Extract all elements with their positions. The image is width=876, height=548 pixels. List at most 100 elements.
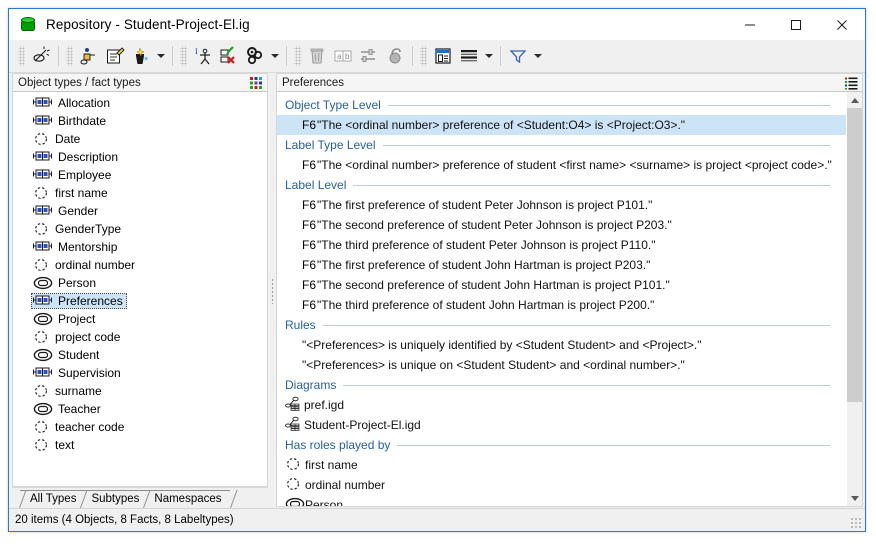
resize-grip[interactable] <box>850 517 862 529</box>
fact-type-icon <box>33 240 53 254</box>
toolbar-grip[interactable] <box>294 46 301 66</box>
tree-item-label: Allocation <box>58 96 111 110</box>
tree-item-gendertype[interactable]: GenderType <box>13 220 267 238</box>
diagram-row[interactable]: Student-Project-El.igd <box>277 415 846 435</box>
tree-item-first-name[interactable]: first name <box>13 184 267 202</box>
fact-type-icon <box>33 366 53 380</box>
tree-item-supervision[interactable]: Supervision <box>13 364 267 382</box>
pane-splitter[interactable] <box>268 73 276 508</box>
verbalization-row[interactable]: F6 "The <ordinal number> preference of <S… <box>277 115 846 135</box>
left-pane-title: Object types / fact types <box>18 76 141 89</box>
tree-item-teacher-code[interactable]: teacher code <box>13 418 267 436</box>
right-pane-header: Preferences <box>276 73 863 92</box>
detail-content[interactable]: Object Type Level F6 "The <ordinal number>… <box>277 92 846 506</box>
role-label: ordinal number <box>305 478 386 492</box>
detail-scrollbar[interactable] <box>846 92 862 506</box>
toolbar-grip[interactable] <box>18 46 25 66</box>
tab-all-types[interactable]: All Types <box>20 490 85 508</box>
tree-tabs: All Types Subtypes Namespaces <box>12 487 268 508</box>
rule-text: "<Preferences> is unique on <Student Stu… <box>302 358 685 372</box>
verbalization-row[interactable]: F6 "The second preference of student Pete… <box>277 215 846 235</box>
scroll-down-button[interactable] <box>847 490 862 506</box>
verbalization-text: "The third preference of student Peter J… <box>317 238 656 252</box>
rule-row[interactable]: "<Preferences> is unique on <Student Stu… <box>277 355 846 375</box>
tree-item-birthdate[interactable]: Birthdate <box>13 112 267 130</box>
scroll-track[interactable] <box>847 108 862 490</box>
maximize-button[interactable] <box>773 9 819 40</box>
validate-checklist-icon[interactable] <box>216 44 242 68</box>
tab-namespaces[interactable]: Namespaces <box>144 490 230 508</box>
rename-ab-icon: a b <box>330 44 356 68</box>
tree-item-label: Teacher <box>58 402 101 416</box>
filter-dropdown-arrow[interactable] <box>531 44 545 68</box>
close-button[interactable] <box>819 9 865 40</box>
tree-item-description[interactable]: Description <box>13 148 267 166</box>
tree-item-project[interactable]: Project <box>13 310 267 328</box>
fact-type-icon <box>33 168 53 182</box>
verbalization-row[interactable]: F6 "The third preference of student Peter… <box>277 235 846 255</box>
scroll-thumb[interactable] <box>847 108 862 403</box>
tab-subtypes[interactable]: Subtypes <box>81 490 148 508</box>
grid-view-icon[interactable] <box>249 76 264 90</box>
toolbar-separator <box>286 46 287 66</box>
object-types-tree[interactable]: Allocation Birthdate Date Description Employ… <box>12 92 268 487</box>
toolbar-grip[interactable] <box>420 46 427 66</box>
window-titlebar: Repository - Student-Project-El.ig <box>9 9 865 40</box>
tree-item-gender[interactable]: Gender <box>13 202 267 220</box>
label-type-icon <box>33 258 50 272</box>
section-title: Rules <box>285 318 316 332</box>
list-view-icon[interactable] <box>456 44 482 68</box>
tree-item-text[interactable]: text <box>13 436 267 454</box>
verbalization-row[interactable]: F6 "The <ordinal number> preference of st… <box>277 155 846 175</box>
label-type-icon <box>33 222 50 236</box>
verbalization-row[interactable]: F6 "The first preference of student John … <box>277 255 846 275</box>
verbalization-row[interactable]: F6 "The second preference of student John… <box>277 275 846 295</box>
new-wizard-icon[interactable] <box>128 44 154 68</box>
generate-icon[interactable]: I <box>190 44 216 68</box>
role-row[interactable]: ordinal number <box>277 475 846 495</box>
object-type-icon <box>33 312 53 326</box>
new-wizard-dropdown-arrow[interactable] <box>154 44 168 68</box>
label-type-icon <box>33 132 50 146</box>
verbalization-text: "The first preference of student Peter J… <box>317 198 653 212</box>
client-area: Object types / fact types Allocation Bir… <box>9 73 865 508</box>
window-view-icon[interactable] <box>430 44 456 68</box>
verbalization-row[interactable]: F6 "The first preference of student Peter… <box>277 195 846 215</box>
rule-row[interactable]: "<Preferences> is uniquely identified by… <box>277 335 846 355</box>
role-row[interactable]: Person <box>277 495 846 506</box>
tree-item-mentorship[interactable]: Mentorship <box>13 238 267 256</box>
object-type-icon[interactable] <box>76 44 102 68</box>
tree-item-surname[interactable]: surname <box>13 382 267 400</box>
tree-item-student[interactable]: Student <box>13 346 267 364</box>
tree-item-date[interactable]: Date <box>13 130 267 148</box>
minimize-button[interactable] <box>727 9 773 40</box>
toolbar-grip[interactable] <box>66 46 73 66</box>
left-pane-header: Object types / fact types <box>12 73 268 92</box>
role-label: first name <box>305 458 358 472</box>
verbalization-code: F6 <box>302 158 317 172</box>
toolbar-grip[interactable] <box>180 46 187 66</box>
diagram-row[interactable]: pref.igd <box>277 395 846 415</box>
tree-item-person[interactable]: Person <box>13 274 267 292</box>
list-view-dropdown-arrow[interactable] <box>482 44 496 68</box>
tree-item-label: Project <box>58 312 96 326</box>
tree-item-ordinal-number[interactable]: ordinal number <box>13 256 267 274</box>
scroll-up-button[interactable] <box>847 92 862 108</box>
edit-notes-icon[interactable] <box>102 44 128 68</box>
verbalization-code: F6 <box>302 238 317 252</box>
tree-item-allocation[interactable]: Allocation <box>13 94 267 112</box>
splitter-grip[interactable] <box>270 277 274 304</box>
tree-item-teacher[interactable]: Teacher <box>13 400 267 418</box>
verbalize-model-icon[interactable] <box>28 44 54 68</box>
verbalization-row[interactable]: F6 "The third preference of student John … <box>277 295 846 315</box>
delete-trash-icon <box>304 44 330 68</box>
role-row[interactable]: first name <box>277 455 846 475</box>
tree-item-employee[interactable]: Employee <box>13 166 267 184</box>
svg-text:a: a <box>337 52 342 61</box>
filter-funnel-icon[interactable] <box>505 44 531 68</box>
tree-item-preferences[interactable]: Preferences <box>13 292 267 310</box>
settings-gears-icon[interactable] <box>242 44 268 68</box>
list-settings-icon[interactable] <box>844 76 859 90</box>
settings-dropdown-arrow[interactable] <box>268 44 282 68</box>
tree-item-project-code[interactable]: project code <box>13 328 267 346</box>
